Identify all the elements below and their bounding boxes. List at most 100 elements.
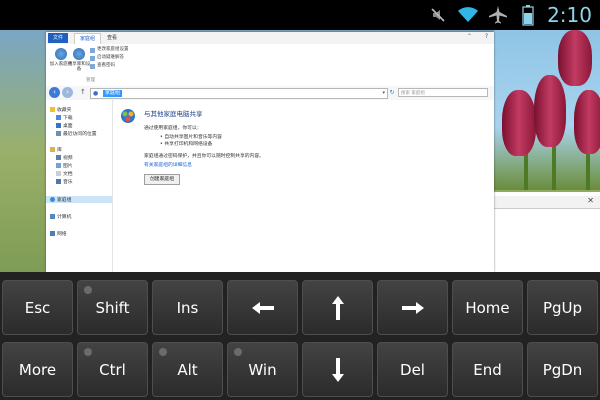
del-key[interactable]: Del: [377, 342, 448, 397]
more-key[interactable]: More: [2, 342, 73, 397]
tab-file[interactable]: 文件: [48, 33, 69, 43]
tab-view[interactable]: 查看: [102, 33, 122, 43]
status-bar: 2:10: [0, 0, 600, 30]
recent-icon: [56, 131, 61, 136]
address-text[interactable]: 家庭组: [103, 90, 123, 97]
tulip-wallpaper: [494, 30, 600, 190]
forward-icon[interactable]: ›: [62, 87, 73, 98]
toggle-indicator-icon: [84, 286, 92, 294]
homegroup-bullet: • 共享打印机和网络设备: [160, 142, 213, 147]
left-arrow-icon: [251, 301, 274, 314]
home-key[interactable]: Home: [452, 280, 523, 335]
tab-homegroup[interactable]: 家庭组: [74, 33, 102, 44]
airplane-mode-icon: [487, 4, 509, 26]
ctrl-key[interactable]: Ctrl: [77, 342, 148, 397]
status-time: 2:10: [547, 3, 592, 27]
toggle-indicator-icon: [84, 348, 92, 356]
create-homegroup-button[interactable]: 创建家庭组: [144, 174, 180, 185]
win-key[interactable]: Win: [227, 342, 298, 397]
help-icon[interactable]: ?: [485, 33, 488, 40]
ribbon: 加入家庭组 共享库和设备 更改家庭组设置 启动疑难解答 查看密码 管理: [46, 44, 494, 87]
homegroup-info-link[interactable]: 有关家庭组的详细信息: [144, 161, 192, 168]
status-icons: 2:10: [427, 0, 592, 30]
battery-icon: [517, 4, 539, 26]
tulip-flower: [558, 30, 592, 86]
homegroup-large-icon: [121, 109, 135, 123]
homegroup-lead: 通过使用家庭组，你可以：: [144, 126, 202, 131]
password-icon: [90, 63, 95, 69]
homegroup-small-icon: ●: [93, 90, 99, 97]
down-arrow-key[interactable]: [302, 342, 373, 397]
nav-music[interactable]: 音乐: [56, 178, 73, 185]
esc-key[interactable]: Esc: [2, 280, 73, 335]
up-icon[interactable]: ↑: [80, 88, 86, 96]
left-arrow-key[interactable]: [227, 280, 298, 335]
explorer-window[interactable]: 文件 家庭组 查看 ⌃ ? 加入家庭组 共享库和设备 更改家庭组设置 启动疑难解…: [46, 32, 494, 272]
extra-keyboard: Esc Shift Ins Home PgUp More Ctrl Alt Wi…: [0, 272, 600, 400]
mute-icon: [427, 4, 449, 26]
right-arrow-icon: [401, 301, 424, 314]
homegroup-content: 与其他家庭电脑共享 通过使用家庭组，你可以： • 自动共享图片和音乐等内容 • …: [114, 100, 494, 272]
nav-downloads[interactable]: 下载: [56, 114, 73, 121]
right-arrow-key[interactable]: [377, 280, 448, 335]
tulip-flower: [534, 75, 566, 147]
wifi-icon: [457, 4, 479, 26]
background-window: ✕: [494, 192, 600, 272]
nav-videos[interactable]: 视频: [56, 154, 73, 161]
nav-documents[interactable]: 文档: [56, 170, 73, 177]
up-arrow-icon: [331, 295, 344, 320]
up-arrow-key[interactable]: [302, 280, 373, 335]
nav-libraries[interactable]: 库: [50, 146, 62, 153]
nav-desktop[interactable]: 桌面: [56, 122, 73, 129]
address-dropdown-icon[interactable]: ▾: [382, 90, 385, 96]
pgup-key[interactable]: PgUp: [527, 280, 598, 335]
tulip-flower: [502, 90, 536, 156]
back-icon[interactable]: ‹: [49, 87, 60, 98]
start-troubleshooter[interactable]: 启动疑难解答: [90, 54, 170, 62]
nav-computer[interactable]: 计算机: [50, 213, 71, 220]
library-icon: [50, 147, 55, 152]
remote-desktop[interactable]: ✕ 文件 家庭组 查看 ⌃ ? 加入家庭组 共享库和设备 更改家庭组设置 启动疑…: [0, 30, 600, 272]
shift-key[interactable]: Shift: [77, 280, 148, 335]
down-arrow-icon: [331, 357, 344, 382]
nav-favorites[interactable]: 收藏夹: [50, 106, 71, 113]
end-key[interactable]: End: [452, 342, 523, 397]
desktop-icon: [56, 123, 61, 128]
computer-icon: [50, 214, 55, 219]
alt-key[interactable]: Alt: [152, 342, 223, 397]
address-bar[interactable]: ● 家庭组 | ▾: [90, 88, 401, 99]
change-homegroup-settings[interactable]: 更改家庭组设置: [90, 46, 170, 54]
network-icon: [50, 231, 55, 236]
search-input[interactable]: 搜索 家庭组: [398, 88, 488, 97]
close-icon[interactable]: ✕: [587, 196, 594, 205]
nav-pictures[interactable]: 图片: [56, 162, 73, 169]
settings-icon: [90, 47, 95, 53]
music-icon: [56, 179, 61, 184]
homegroup-title: 与其他家庭电脑共享: [144, 110, 203, 118]
homegroup-bullet: • 自动共享图片和音乐等内容: [160, 135, 222, 140]
ins-key[interactable]: Ins: [152, 280, 223, 335]
expand-ribbon-icon[interactable]: ⌃: [467, 33, 472, 40]
document-icon: [56, 171, 61, 176]
picture-icon: [56, 163, 61, 168]
troubleshoot-icon: [90, 55, 95, 61]
nav-recent[interactable]: 最近访问的位置: [56, 130, 97, 137]
nav-network[interactable]: 网络: [50, 230, 67, 237]
star-icon: [50, 107, 55, 112]
nav-homegroup[interactable]: 家庭组: [46, 196, 112, 203]
navigation-pane: 收藏夹 下载 桌面 最近访问的位置 库 视频 图片 文档 音乐 家庭组 计算机 …: [46, 100, 113, 272]
refresh-icon[interactable]: ↻: [388, 88, 396, 97]
share-libraries-button[interactable]: 共享库和设备: [66, 48, 92, 72]
ribbon-list: 更改家庭组设置 启动疑难解答 查看密码: [90, 46, 170, 70]
address-toolbar: ‹ › ↑ ● 家庭组 | ▾ ↻ 搜索 家庭组: [46, 86, 494, 101]
ribbon-group-label: 管理: [86, 78, 95, 83]
toggle-indicator-icon: [234, 348, 242, 356]
homegroup-icon: [50, 197, 55, 202]
homegroup-description: 家庭组通过密码保护，并且你可以随时控制共享的内容。: [144, 154, 264, 159]
pgdn-key[interactable]: PgDn: [527, 342, 598, 397]
background-window-bar: ✕: [494, 196, 600, 209]
tulip-flower: [574, 90, 600, 154]
view-password[interactable]: 查看密码: [90, 62, 170, 70]
toggle-indicator-icon: [159, 348, 167, 356]
download-icon: [56, 115, 61, 120]
